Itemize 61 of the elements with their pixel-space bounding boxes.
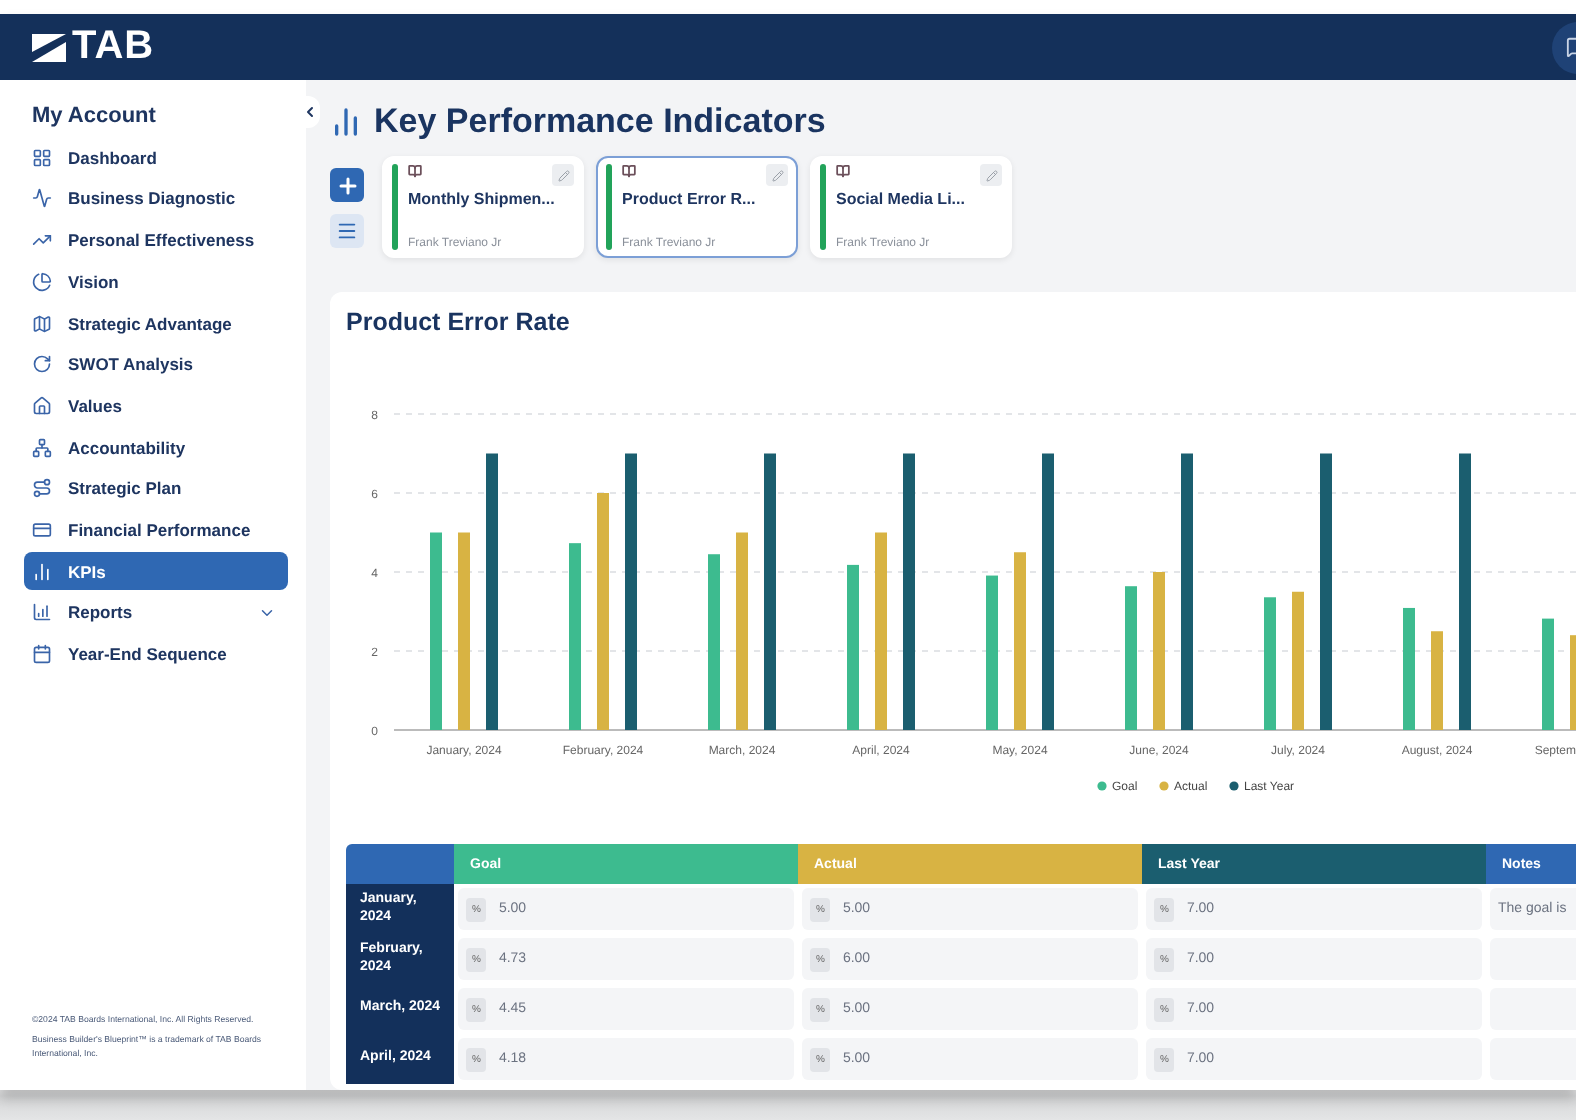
- book-icon: [836, 164, 850, 178]
- legend-dot: [1159, 781, 1169, 791]
- trend-icon: [32, 230, 52, 251]
- menu-button[interactable]: [330, 214, 364, 248]
- card-icon: [32, 519, 52, 540]
- bar: [1264, 597, 1276, 730]
- add-button[interactable]: [330, 168, 364, 202]
- plus-icon: [335, 173, 359, 197]
- edit-button[interactable]: [980, 164, 1002, 186]
- sidebar-item[interactable]: Dashboard: [24, 138, 288, 177]
- sidebar-item[interactable]: SWOT Analysis: [24, 344, 288, 384]
- pencil-icon: [771, 169, 783, 181]
- sidebar-item[interactable]: Strategic Plan: [24, 469, 288, 508]
- bar: [1570, 635, 1576, 730]
- chevron-left-icon: [302, 104, 318, 120]
- bar-chart-icon: [32, 561, 52, 582]
- bar: [1125, 586, 1137, 730]
- sidebar-item[interactable]: Financial Performance: [24, 510, 288, 550]
- logo-text: TAB: [72, 24, 155, 70]
- bar-chart-icon: [32, 602, 52, 623]
- sidebar-item[interactable]: Values: [24, 386, 288, 426]
- sidebar-item[interactable]: Business Diagnostic: [24, 179, 288, 219]
- book-icon: [408, 164, 422, 178]
- map-icon: [32, 313, 52, 333]
- kpi-card-title: Social Media Li...: [836, 190, 967, 208]
- legend-dot: [1097, 781, 1107, 791]
- bar: [1292, 591, 1304, 730]
- pie-chart-icon: [32, 271, 52, 292]
- sidebar-item[interactable]: Reports: [24, 593, 288, 633]
- bar-chart-icon: [330, 106, 362, 138]
- edit-button[interactable]: [552, 164, 574, 186]
- logo-icon: [32, 33, 66, 61]
- menu-icon: [336, 220, 358, 242]
- route-icon: [32, 478, 52, 499]
- sidebar-item[interactable]: Year-End Sequence: [24, 634, 288, 674]
- edit-button[interactable]: [766, 164, 788, 186]
- page-title: Key Performance Indicators: [374, 102, 826, 142]
- grid-icon: [32, 147, 52, 168]
- book-icon: [622, 164, 636, 178]
- house-icon: [32, 395, 52, 416]
- legend-dot: [1229, 781, 1239, 791]
- refresh-icon: [32, 354, 52, 375]
- hierarchy-icon: [32, 437, 52, 458]
- sidebar-item[interactable]: Strategic Advantage: [24, 303, 288, 343]
- kpi-card-title: Product Error R...: [622, 190, 758, 208]
- sidebar-item[interactable]: Vision: [24, 262, 288, 302]
- sidebar-item[interactable]: KPIs: [24, 551, 288, 591]
- bar: [1542, 618, 1554, 730]
- sidebar-item[interactable]: Accountability: [24, 427, 288, 467]
- pulse-icon: [32, 188, 52, 209]
- pencil-icon: [985, 169, 997, 181]
- pencil-icon: [557, 169, 569, 181]
- sidebar-title: My Account: [30, 104, 158, 132]
- kpi-card-title: Monthly Shipmen...: [408, 190, 557, 208]
- bar: [1431, 631, 1443, 730]
- table-corner: [346, 844, 454, 884]
- chart-title: Product Error Rate: [346, 308, 572, 336]
- sidebar-item[interactable]: Personal Effectiveness: [24, 220, 288, 260]
- bar: [1403, 607, 1415, 730]
- collapse-button[interactable]: [300, 96, 320, 128]
- calendar-icon: [32, 644, 52, 664]
